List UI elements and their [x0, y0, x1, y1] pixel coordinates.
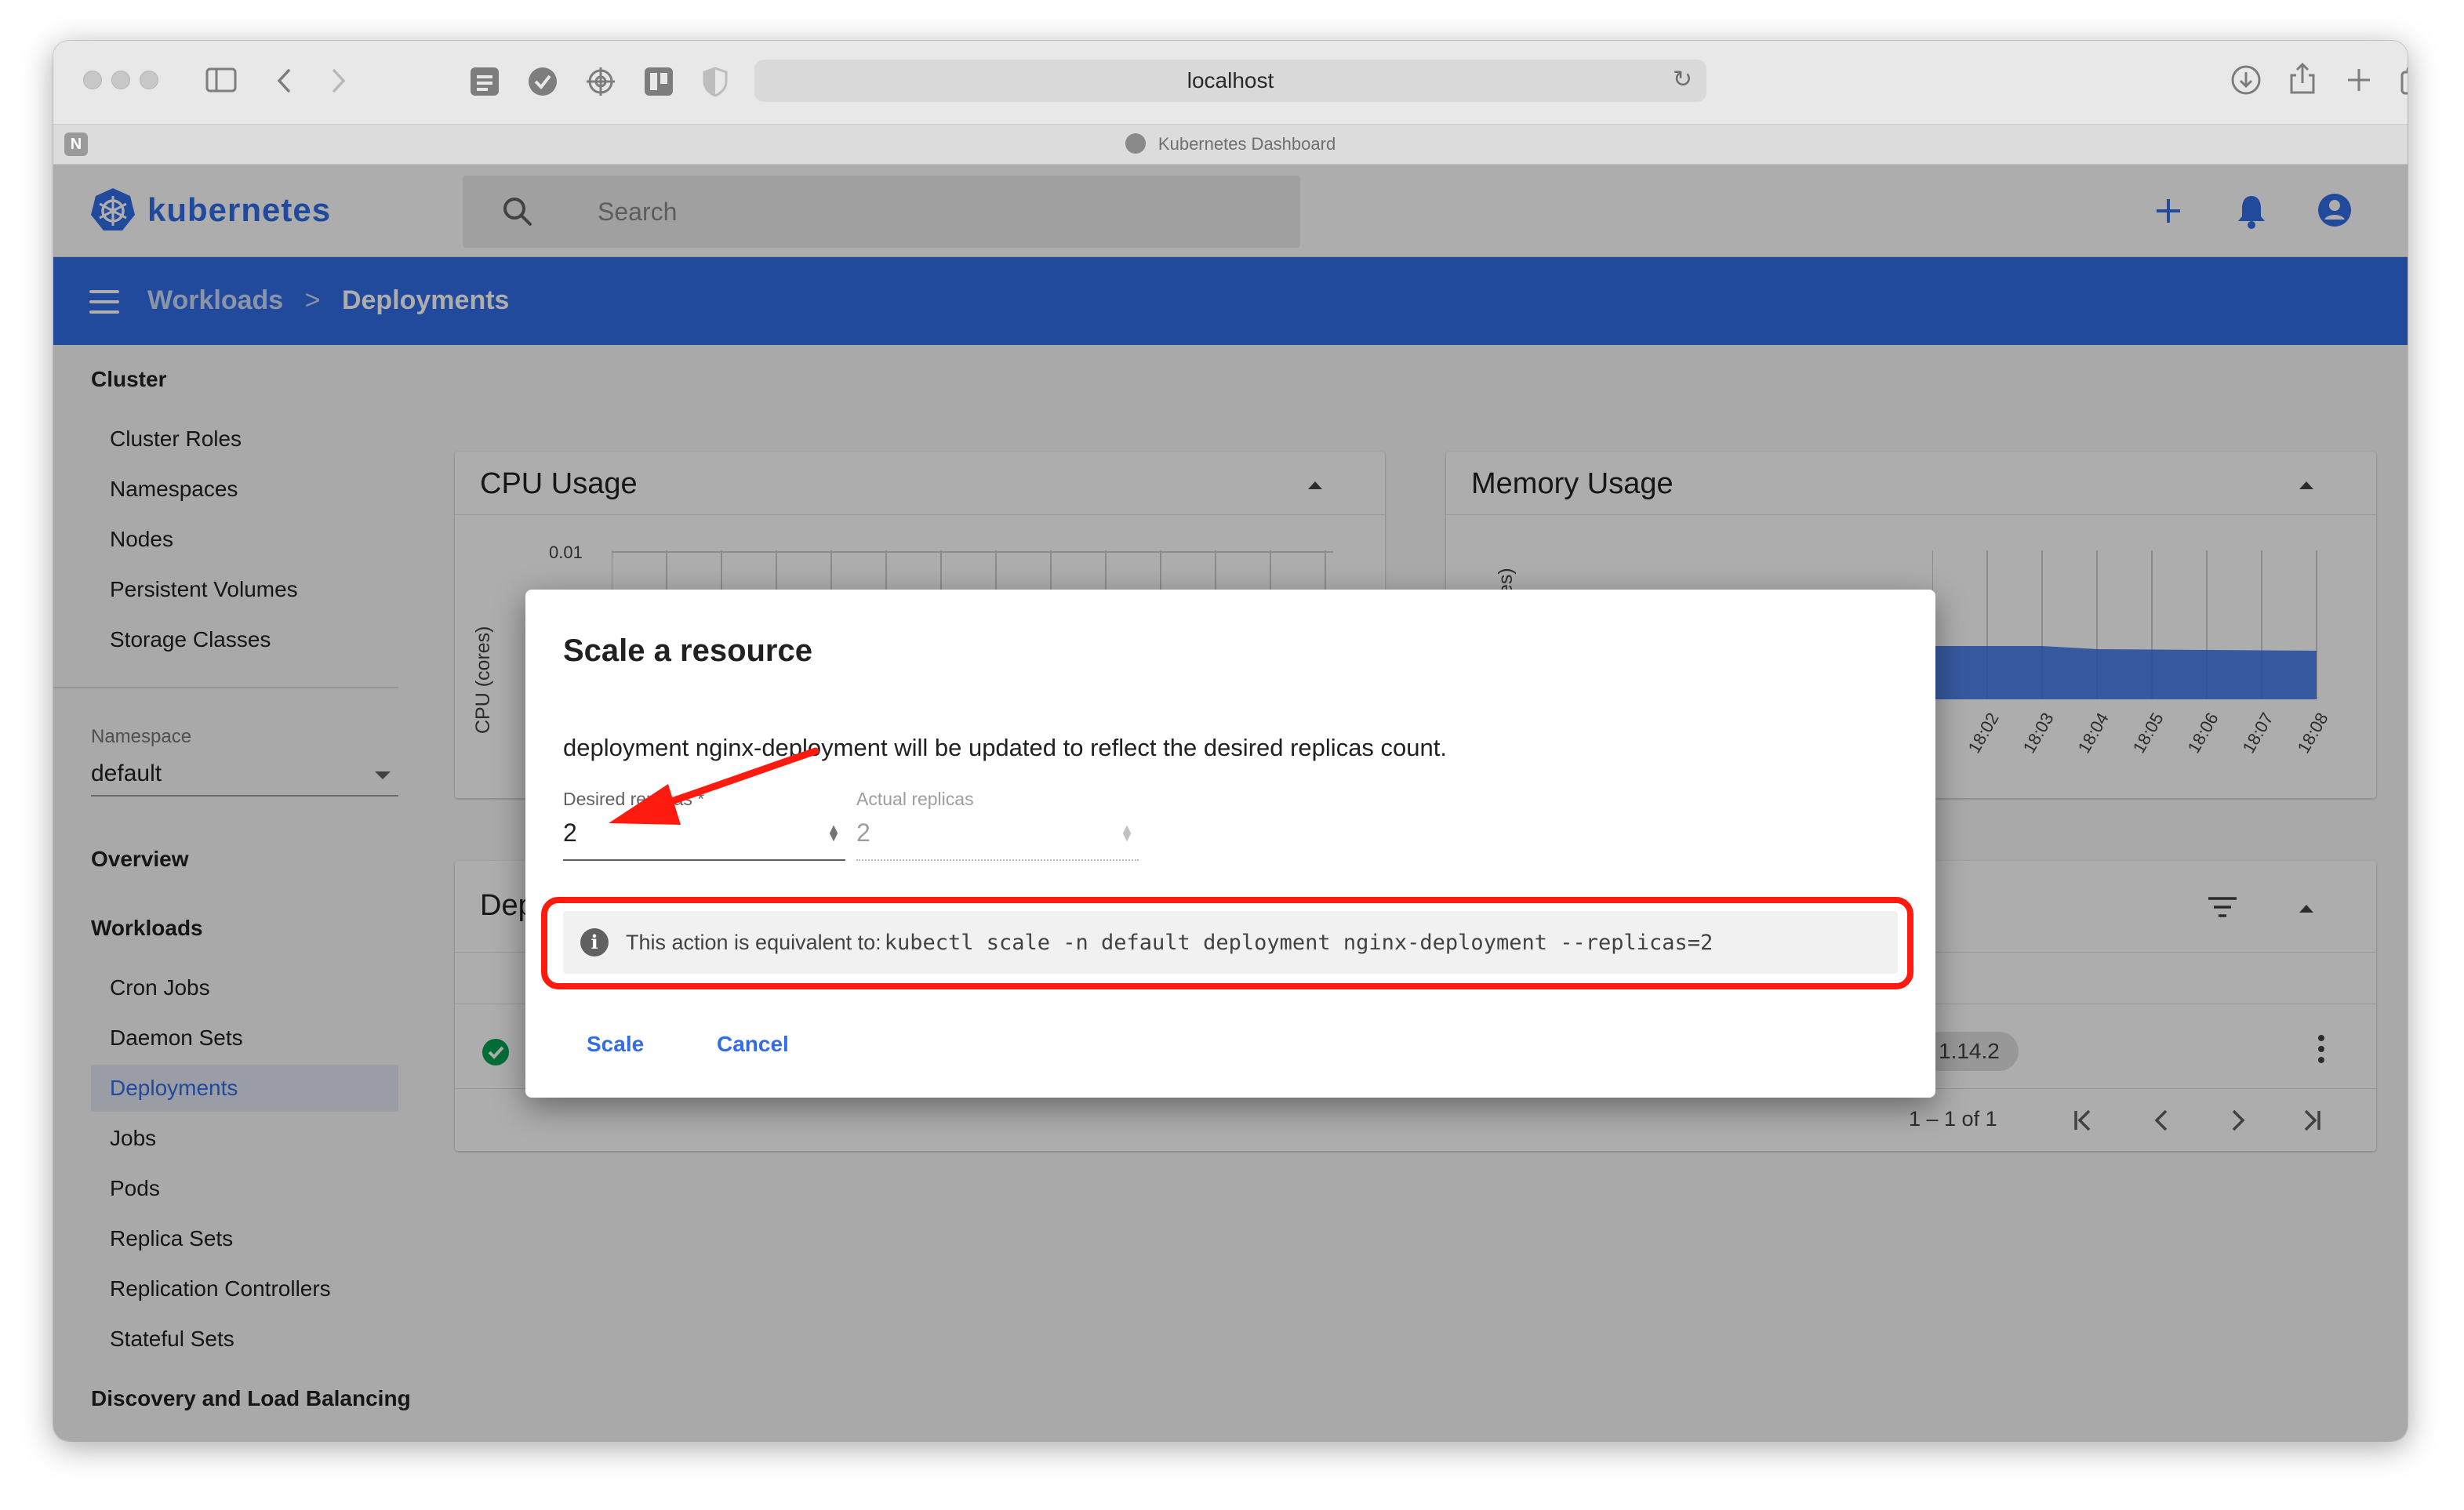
annotation-arrow-icon: [609, 747, 820, 825]
browser-toolbar: localhost ↻: [53, 41, 2408, 124]
kubernetes-favicon-icon: [1125, 133, 1146, 154]
extension-shield-icon[interactable]: [701, 66, 729, 97]
reload-icon[interactable]: ↻: [1673, 66, 1692, 93]
tab-title: Kubernetes Dashboard: [1157, 134, 1336, 154]
actual-replicas-field: Actual replicas 2 ▲ ▼: [856, 789, 1139, 861]
extension-stack-icon[interactable]: [469, 66, 500, 97]
active-tab[interactable]: Kubernetes Dashboard: [53, 133, 2408, 155]
tab-overview-icon[interactable]: [2400, 64, 2408, 96]
actual-replicas-input: 2: [856, 819, 870, 847]
sidebar-toggle-icon[interactable]: [205, 67, 237, 93]
address-bar[interactable]: localhost ↻: [754, 60, 1706, 102]
maximize-window-button[interactable]: [140, 71, 158, 89]
extension-target-icon[interactable]: [585, 66, 616, 97]
browser-window: localhost ↻ N Kubernetes Dashboard kuber…: [53, 41, 2408, 1441]
extension-board-icon[interactable]: [643, 66, 674, 97]
actual-replicas-label: Actual replicas: [856, 789, 974, 809]
share-icon[interactable]: [2288, 61, 2317, 96]
field-underline: [856, 859, 1139, 861]
extension-check-icon[interactable]: [527, 66, 558, 97]
forward-icon[interactable]: [329, 67, 348, 94]
scale-button[interactable]: Scale: [587, 1032, 644, 1057]
tab-bar: N Kubernetes Dashboard: [53, 124, 2408, 165]
dialog-title: Scale a resource: [563, 633, 812, 668]
dashboard-page: kubernetes Search Workloads > Deployment…: [53, 165, 2408, 1441]
desired-replicas-input[interactable]: 2: [563, 819, 577, 848]
url-text: localhost: [1187, 68, 1274, 93]
scale-resource-dialog: Scale a resource deployment nginx-deploy…: [525, 590, 1935, 1098]
close-window-button[interactable]: [83, 71, 102, 89]
actual-replicas-stepper-icon: ▲ ▼: [1120, 821, 1134, 844]
minimize-window-button[interactable]: [111, 71, 130, 89]
field-underline: [563, 859, 845, 861]
downloads-icon[interactable]: [2230, 64, 2262, 96]
cancel-button[interactable]: Cancel: [717, 1032, 789, 1057]
annotation-highlight-box: [541, 897, 1913, 989]
back-icon[interactable]: [274, 67, 293, 94]
new-tab-icon[interactable]: [2345, 66, 2373, 94]
